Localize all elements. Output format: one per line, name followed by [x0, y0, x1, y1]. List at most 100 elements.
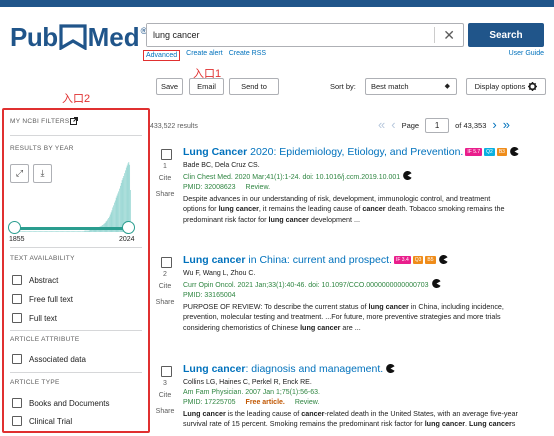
histogram-bar	[47, 231, 49, 232]
result-title[interactable]: Lung cancer: diagnosis and management.	[183, 363, 551, 376]
save-button[interactable]: Save	[156, 78, 183, 95]
histogram-bar	[64, 231, 65, 232]
tier-badge: B3	[496, 148, 507, 156]
send-to-button[interactable]: Send to	[229, 78, 279, 95]
filter-associated-data[interactable]: Associated data	[12, 354, 86, 364]
histogram-bar	[48, 231, 49, 232]
cite-button[interactable]: Cite	[150, 392, 180, 399]
histogram-bar	[61, 231, 63, 232]
checkbox[interactable]	[12, 398, 22, 408]
text-availability-title: TEXT AVAILABILITY	[10, 255, 75, 262]
histogram-bar	[59, 231, 60, 232]
result-title[interactable]: Lung Cancer 2020: Epidemiology, Etiology…	[183, 146, 551, 159]
impact-factor-badge: IF 3.4	[393, 256, 411, 264]
checkbox[interactable]	[12, 354, 22, 364]
histogram-bar	[35, 231, 37, 232]
pacman-icon[interactable]	[403, 171, 412, 180]
result-checkbox[interactable]	[161, 149, 172, 160]
filter-abstract[interactable]: Abstract	[12, 275, 58, 285]
last-page-icon[interactable]: »	[503, 118, 510, 132]
checkbox[interactable]	[12, 313, 22, 323]
year-histogram[interactable]	[11, 160, 131, 232]
histogram-bar	[55, 231, 57, 232]
histogram-bar	[77, 231, 79, 232]
histogram-bar	[87, 230, 88, 232]
year-slider-end-handle[interactable]	[122, 221, 135, 234]
result-pmid: PMID: 32008623 Review.	[183, 184, 271, 191]
checkbox[interactable]	[12, 275, 22, 285]
share-button[interactable]: Share	[150, 299, 180, 306]
checkbox[interactable]	[12, 416, 22, 426]
histogram-bar	[58, 231, 60, 232]
histogram-bar	[81, 231, 82, 232]
histogram-bar	[34, 231, 36, 232]
filter-label: Clinical Trial	[29, 416, 73, 426]
first-page-icon[interactable]: «	[378, 118, 385, 132]
pacman-icon[interactable]	[438, 255, 448, 264]
user-guide-link[interactable]: User Guide	[509, 50, 544, 57]
histogram-bar	[71, 231, 73, 232]
histogram-bar	[44, 231, 46, 232]
year-slider-start-handle[interactable]	[8, 221, 21, 234]
share-button[interactable]: Share	[150, 408, 180, 415]
next-page-icon[interactable]: ›	[492, 118, 496, 132]
cite-button[interactable]: Cite	[150, 175, 180, 182]
histogram-bar	[118, 191, 120, 232]
histogram-bar	[83, 231, 85, 232]
histogram-bar	[75, 231, 76, 232]
page-input[interactable]: 1	[425, 117, 450, 133]
histogram-bar	[85, 230, 87, 232]
histogram-bar	[80, 231, 81, 232]
filter-full-text[interactable]: Full text	[12, 313, 57, 323]
filter-books-documents[interactable]: Books and Documents	[12, 398, 110, 408]
share-button[interactable]: Share	[150, 191, 180, 198]
result-number: 3	[163, 380, 167, 387]
prev-page-icon[interactable]: ‹	[391, 118, 395, 132]
histogram-bar	[72, 231, 74, 232]
histogram-bar	[29, 231, 31, 232]
filter-clinical-trial[interactable]: Clinical Trial	[12, 416, 72, 426]
histogram-bar	[25, 231, 27, 232]
filter-label: Associated data	[29, 354, 86, 364]
histogram-bar	[49, 231, 51, 232]
pacman-icon[interactable]	[431, 279, 441, 288]
pubmed-logo[interactable]: Pub Med ®	[10, 22, 147, 52]
result-pmid: PMID: 17225705 Free article. Review.	[183, 399, 320, 406]
sort-select[interactable]: Best match ◆	[365, 78, 457, 95]
advanced-link[interactable]: Advanced	[143, 50, 181, 61]
pacman-icon[interactable]	[386, 364, 395, 373]
filter-free-full-text[interactable]: Free full text	[12, 294, 73, 304]
create-rss-link[interactable]: Create RSS	[229, 50, 266, 61]
pacman-icon[interactable]	[510, 147, 519, 156]
histogram-bar	[79, 231, 81, 232]
search-button[interactable]: Search	[468, 23, 544, 47]
external-link-icon[interactable]	[70, 117, 78, 125]
histogram-bar	[69, 231, 71, 232]
histogram-bar	[74, 231, 76, 232]
histogram-bar	[49, 231, 50, 232]
clear-icon[interactable]: ✕	[443, 27, 455, 43]
checkbox[interactable]	[12, 294, 22, 304]
cite-button[interactable]: Cite	[150, 283, 180, 290]
result-title[interactable]: Lung cancer in China: current and prospe…	[183, 254, 551, 267]
histogram-bar	[73, 231, 75, 232]
histogram-bar	[63, 231, 65, 232]
create-alert-link[interactable]: Create alert	[186, 50, 223, 61]
result-checkbox[interactable]	[161, 366, 172, 377]
histogram-bar	[87, 230, 89, 232]
email-button[interactable]: Email	[189, 78, 224, 95]
result-checkbox[interactable]	[161, 257, 172, 268]
histogram-bar	[33, 231, 35, 232]
histogram-bar	[76, 231, 78, 232]
display-options-button[interactable]: Display options	[466, 78, 546, 95]
result-pmid: PMID: 33165004	[183, 292, 236, 299]
page-label: Page	[401, 120, 420, 130]
quartile-badge: Q3	[412, 256, 424, 264]
histogram-bar	[43, 231, 44, 232]
histogram-bar	[51, 231, 53, 232]
histogram-bar	[66, 231, 68, 232]
result-journal: Curr Opin Oncol. 2021 Jan;33(1):40-46. d…	[183, 279, 551, 291]
my-ncbi-filters-title[interactable]: MY NCBI FILTERS	[10, 118, 70, 125]
article-attribute-title: ARTICLE ATTRIBUTE	[10, 336, 80, 343]
search-input[interactable]	[147, 24, 427, 46]
